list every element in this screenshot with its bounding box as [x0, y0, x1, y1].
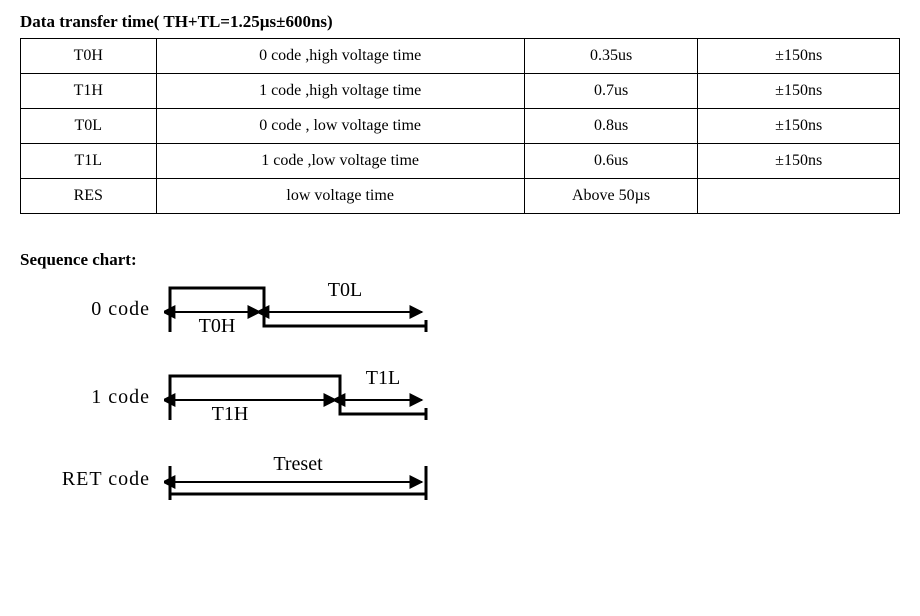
- sequence-row-one: 1 code T1H T1L: [56, 364, 900, 430]
- cell-value: Above 50µs: [524, 179, 698, 214]
- t1l-label: T1L: [366, 367, 400, 389]
- cell-desc: 0 code , low voltage time: [156, 109, 524, 144]
- t0l-label: T0L: [328, 279, 362, 301]
- sequence-chart-title: Sequence chart:: [20, 250, 900, 270]
- cell-tolerance: ±150ns: [698, 144, 900, 179]
- table-row: T0H 0 code ,high voltage time 0.35us ±15…: [21, 39, 900, 74]
- cell-tolerance: ±150ns: [698, 109, 900, 144]
- cell-value: 0.8us: [524, 109, 698, 144]
- ret-code-label: RET code: [56, 468, 150, 491]
- timing-table: T0H 0 code ,high voltage time 0.35us ±15…: [20, 38, 900, 214]
- treset-label: Treset: [273, 453, 323, 475]
- cell-tolerance: [698, 179, 900, 214]
- table-row: T0L 0 code , low voltage time 0.8us ±150…: [21, 109, 900, 144]
- cell-value: 0.35us: [524, 39, 698, 74]
- cell-desc: low voltage time: [156, 179, 524, 214]
- table-row: T1H 1 code ,high voltage time 0.7us ±150…: [21, 74, 900, 109]
- one-code-label: 1 code: [56, 386, 150, 409]
- cell-value: 0.6us: [524, 144, 698, 179]
- sequence-chart: 0 code T0H T0L 1 code: [56, 276, 900, 506]
- zero-code-label: 0 code: [56, 298, 150, 321]
- zero-code-waveform-icon: T0H T0L: [164, 276, 444, 342]
- cell-desc: 1 code ,high voltage time: [156, 74, 524, 109]
- ret-code-waveform-icon: Treset: [164, 452, 444, 506]
- t1h-label: T1H: [212, 403, 249, 425]
- cell-tolerance: ±150ns: [698, 39, 900, 74]
- title-prefix: Data transfer time: [20, 12, 154, 31]
- cell-tolerance: ±150ns: [698, 74, 900, 109]
- sequence-row-ret: RET code Treset: [56, 452, 900, 506]
- sequence-row-zero: 0 code T0H T0L: [56, 276, 900, 342]
- cell-symbol: T1L: [21, 144, 157, 179]
- one-code-waveform-icon: T1H T1L: [164, 364, 444, 430]
- cell-symbol: T0L: [21, 109, 157, 144]
- table-row: RES low voltage time Above 50µs: [21, 179, 900, 214]
- cell-symbol: T1H: [21, 74, 157, 109]
- section-title: Data transfer time( TH+TL=1.25µs±600ns): [20, 12, 900, 32]
- table-row: T1L 1 code ,low voltage time 0.6us ±150n…: [21, 144, 900, 179]
- title-suffix: ( TH+TL=1.25µs±600ns): [154, 12, 333, 31]
- cell-symbol: RES: [21, 179, 157, 214]
- cell-symbol: T0H: [21, 39, 157, 74]
- cell-desc: 1 code ,low voltage time: [156, 144, 524, 179]
- t0h-label: T0H: [199, 315, 236, 337]
- cell-desc: 0 code ,high voltage time: [156, 39, 524, 74]
- cell-value: 0.7us: [524, 74, 698, 109]
